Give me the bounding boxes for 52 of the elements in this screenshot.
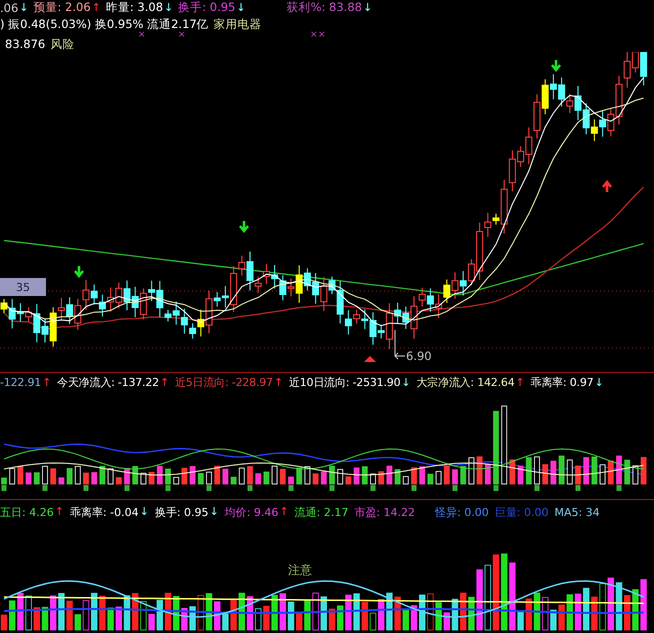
indicator-value: 均价: 9.46 [224, 504, 278, 520]
down-arrow-icon [550, 58, 562, 72]
trend-arrow: ↓ [594, 376, 604, 390]
trend-arrow: ↓ [140, 505, 149, 519]
trend-arrow: ↓ [362, 1, 372, 14]
indicator-value: 昨量: 3.08 [106, 0, 164, 16]
down-arrow-icon [238, 220, 250, 233]
indicator-value: ) 振0.48(5.03%) 换0.95% 流通2.17亿 [0, 17, 209, 32]
trend-arrow: ↓ [210, 505, 219, 519]
price-level-label: 35 [0, 278, 46, 296]
indicator-value: 五日: 4.26 [0, 504, 54, 520]
indicator-value: 巨量: 0.00 [494, 504, 548, 520]
trend-arrow: ↓ [236, 1, 246, 14]
trend-arrow: ↑ [160, 376, 169, 390]
trend-arrow: ↑ [92, 1, 101, 14]
trend-arrow: ↑ [274, 376, 283, 390]
trend-arrow: ↑ [279, 505, 289, 519]
indicator-value: MA5: 34 [554, 506, 600, 518]
indicator-value: 市盈: 14.22 [354, 504, 416, 520]
indicator-value: 怪异: 0.00 [435, 504, 489, 520]
indicator-value: .06 [0, 0, 18, 15]
indicator-value: 今天净流入: -137.22 [57, 375, 159, 390]
up-arrow-icon [602, 180, 612, 194]
indicator-value: 流通: 2.17 [294, 504, 348, 520]
indicator-value: 风险 [50, 36, 74, 52]
cross-mark: × [178, 30, 186, 40]
indicator-value: 家用电器 [214, 17, 262, 32]
trend-arrow: ↓ [401, 376, 410, 390]
cross-mark: × [138, 30, 146, 40]
indicator-value: 获利%: 83.88 [286, 0, 362, 16]
triangle-marker-icon [364, 356, 376, 362]
indicator-value: 乖离率: 0.97 [530, 375, 594, 390]
trend-arrow: ↑ [42, 376, 52, 390]
trend-arrow: ↓ [19, 1, 29, 14]
indicator-value: 近5日流向: -228.97 [175, 375, 273, 390]
signal-label: 注意 [288, 562, 312, 579]
indicator-value: 换手: 0.95 [154, 504, 209, 520]
indicator-value: 换手: 0.95 [178, 0, 236, 16]
indicator-value: 近10日流向: -2531.90 [288, 375, 400, 390]
trend-arrow: ↓ [164, 1, 174, 14]
indicator-value: 83.876 [5, 37, 46, 52]
low-price-label: 6.90 [406, 349, 432, 363]
indicator-value: 大宗净流入: 142.64 [416, 375, 514, 390]
trend-arrow: ↑ [54, 505, 64, 519]
indicator-value: -122.91 [0, 376, 42, 389]
indicator-value: 乖离率: -0.04 [70, 504, 139, 520]
indicator-value: 预量: 2.06 [34, 0, 91, 16]
cross-mark: × [310, 30, 318, 40]
leader-arrow [394, 330, 406, 360]
trend-arrow: ↑ [516, 376, 525, 390]
down-arrow-icon [74, 264, 84, 278]
cross-mark: × [318, 30, 326, 40]
